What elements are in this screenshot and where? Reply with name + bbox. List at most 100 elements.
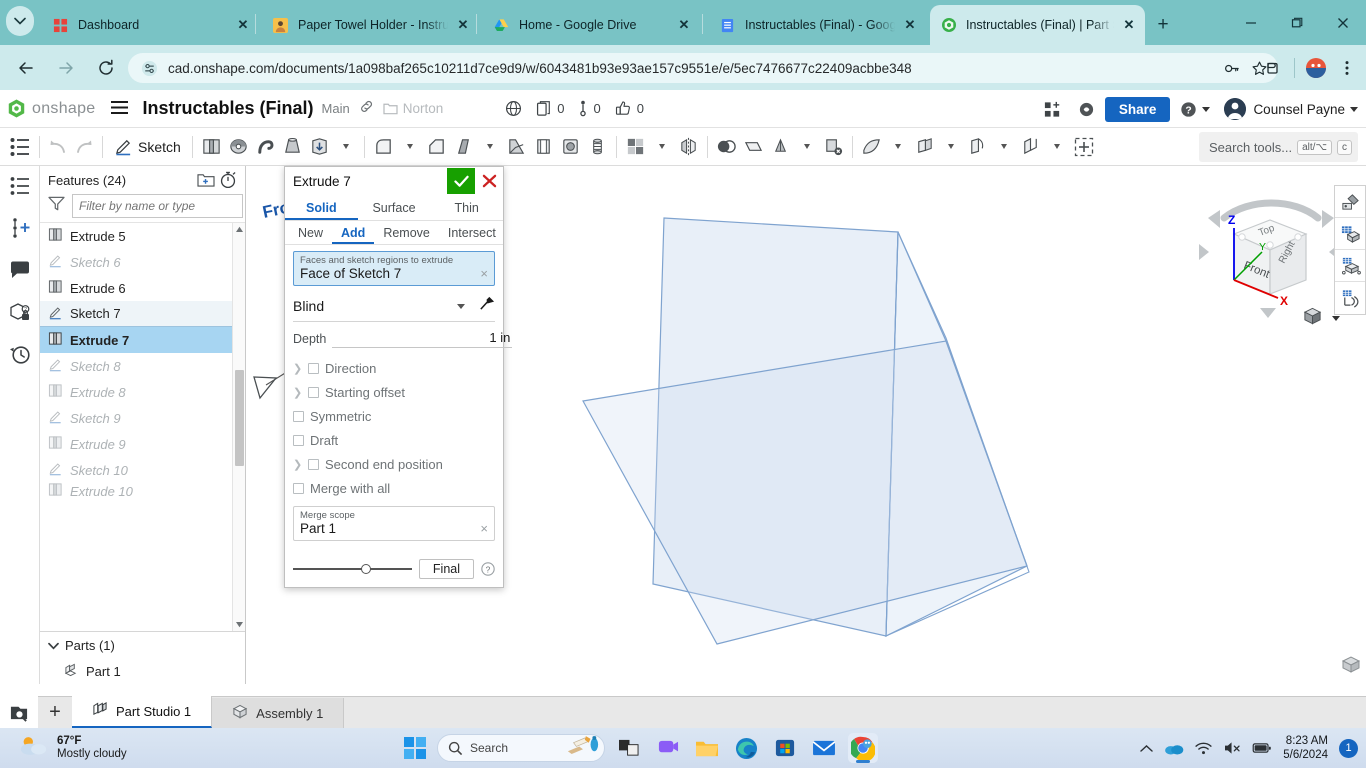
parts-properties-icon[interactable]: ?: [6, 298, 34, 326]
feature-item-extrude-8[interactable]: Extrude 8: [40, 379, 232, 405]
mirror-icon[interactable]: [675, 132, 702, 162]
element-search-icon[interactable]: [0, 696, 38, 728]
merge-scope-field[interactable]: Merge scope Part 1 ×: [293, 506, 495, 541]
task-view-icon[interactable]: [614, 733, 644, 763]
rollback-timer-icon[interactable]: [217, 169, 239, 191]
loft-icon[interactable]: [279, 132, 306, 162]
surface-tools-icon[interactable]: [858, 132, 885, 162]
browser-tab-1[interactable]: Paper Towel Holder - Instruc ✕: [262, 5, 505, 45]
insert-icon[interactable]: [1070, 132, 1098, 162]
sheet-metal-dropdown-caret[interactable]: [938, 132, 964, 162]
feature-list[interactable]: Extrude 5 Sketch 6 Extrude 6 Sketch 7 Ex…: [40, 222, 245, 631]
feature-list-scrollbar[interactable]: [232, 223, 245, 631]
tab-surface[interactable]: Surface: [358, 195, 431, 220]
browser-tab-4[interactable]: Instructables (Final) | Part Stu ✕: [930, 5, 1145, 45]
feature-item-sketch-7[interactable]: Sketch 7: [40, 301, 232, 327]
rollback-slider[interactable]: [293, 562, 412, 576]
window-close-button[interactable]: [1320, 0, 1366, 45]
file-explorer-icon[interactable]: [692, 733, 722, 763]
history-icon[interactable]: [6, 340, 34, 368]
tab-close-icon[interactable]: ✕: [1119, 15, 1139, 35]
new-tab-button[interactable]: +: [1150, 12, 1176, 38]
tab-close-icon[interactable]: ✕: [233, 15, 253, 35]
thicken-icon[interactable]: [306, 132, 333, 162]
fillet-icon[interactable]: [370, 132, 397, 162]
revolve-icon[interactable]: [225, 132, 252, 162]
chevron-right-icon[interactable]: ❯: [293, 458, 302, 471]
option-direction[interactable]: ❯ Direction: [293, 356, 495, 380]
rib-icon[interactable]: [503, 132, 530, 162]
tab-add[interactable]: Add: [332, 221, 374, 244]
doc-tab-assembly-1[interactable]: Assembly 1: [212, 698, 345, 728]
window-maximize-button[interactable]: [1274, 0, 1320, 45]
onshape-logo[interactable]: onshape: [6, 98, 96, 119]
dialog-cancel-button[interactable]: [475, 168, 503, 194]
branches-count[interactable]: 0: [572, 100, 606, 118]
option-symmetric[interactable]: Symmetric: [293, 404, 495, 428]
doc-tab-part-studio-1[interactable]: Part Studio 1: [72, 696, 213, 728]
feature-item-extrude-7[interactable]: Extrude 7: [40, 327, 232, 353]
option-draft[interactable]: Draft: [293, 428, 495, 452]
weather-widget[interactable]: 67°F Mostly cloudy: [18, 734, 127, 763]
measure-grid-icon[interactable]: [1335, 218, 1365, 250]
direction-checkbox[interactable]: [308, 362, 319, 374]
notification-badge[interactable]: 1: [1339, 738, 1358, 758]
profile-avatar-icon[interactable]: [1301, 53, 1331, 83]
clear-faces-icon[interactable]: ×: [476, 266, 488, 281]
sketch-button[interactable]: Sketch: [108, 137, 187, 156]
zoom-to-fit-icon[interactable]: [1340, 655, 1362, 680]
sheet-metal-icon[interactable]: [911, 132, 938, 162]
help-question-icon[interactable]: ?: [481, 562, 495, 576]
part-list-item[interactable]: Part 1: [40, 658, 245, 684]
hole-icon[interactable]: [557, 132, 584, 162]
curve-icon[interactable]: [964, 132, 991, 162]
edge-icon[interactable]: [731, 733, 761, 763]
fillet-dropdown-caret[interactable]: [397, 132, 423, 162]
shell-icon[interactable]: [530, 132, 557, 162]
feature-item-sketch-10[interactable]: Sketch 10: [40, 457, 232, 483]
teams-icon[interactable]: [653, 733, 683, 763]
feature-list-rail-icon[interactable]: [6, 172, 34, 200]
transform-icon[interactable]: [767, 132, 794, 162]
forward-button[interactable]: [50, 52, 82, 84]
tab-new[interactable]: New: [289, 221, 332, 244]
extrude-dropdown-caret[interactable]: [333, 132, 359, 162]
search-tools-input[interactable]: Search tools... alt/⌥ c: [1199, 132, 1358, 162]
feature-item-sketch-9[interactable]: Sketch 9: [40, 405, 232, 431]
pattern-dropdown-caret[interactable]: [649, 132, 675, 162]
feature-item-extrude-5[interactable]: Extrude 5: [40, 223, 232, 249]
reference-geometry-icon[interactable]: [1017, 132, 1044, 162]
feature-item-extrude-6[interactable]: Extrude 6: [40, 275, 232, 301]
undo-icon[interactable]: [45, 132, 71, 162]
depth-field[interactable]: Depth: [293, 329, 513, 348]
chrome-menu-icon[interactable]: [1332, 53, 1362, 83]
extrude-icon[interactable]: [198, 132, 225, 162]
scrollbar-thumb[interactable]: [235, 370, 244, 466]
browser-tab-0[interactable]: Dashboard ✕: [42, 5, 285, 45]
chrome-icon[interactable]: [848, 733, 878, 763]
reference-dropdown-caret[interactable]: [1044, 132, 1070, 162]
add-element-icon[interactable]: [1037, 100, 1068, 119]
feature-item-sketch-8[interactable]: Sketch 8: [40, 353, 232, 379]
versions-count[interactable]: 0: [530, 100, 570, 117]
draft-icon[interactable]: [450, 132, 477, 162]
dialog-confirm-button[interactable]: [447, 168, 475, 194]
tab-close-icon[interactable]: ✕: [900, 15, 920, 35]
browser-tab-2[interactable]: Home - Google Drive ✕: [483, 5, 708, 45]
taskbar-clock[interactable]: 8:23 AM 5/6/2024: [1283, 734, 1328, 763]
second-end-position-checkbox[interactable]: [308, 458, 319, 470]
help-menu-button[interactable]: ?: [1174, 101, 1216, 118]
curve-dropdown-caret[interactable]: [991, 132, 1017, 162]
address-bar[interactable]: cad.onshape.com/documents/1a098baf265c10…: [128, 53, 1278, 83]
feature-item-extrude-10[interactable]: Extrude 10: [40, 483, 232, 499]
display-state-icon[interactable]: [1335, 282, 1365, 314]
tab-remove[interactable]: Remove: [374, 221, 439, 244]
folder-breadcrumb[interactable]: Norton: [383, 101, 443, 116]
option-merge-with-all[interactable]: Merge with all: [293, 476, 495, 500]
chevron-right-icon[interactable]: ❯: [293, 362, 302, 375]
tab-search-button[interactable]: [6, 6, 34, 36]
site-settings-icon[interactable]: [138, 57, 160, 79]
feature-list-icon[interactable]: [6, 132, 34, 162]
draft-checkbox[interactable]: [293, 434, 304, 446]
learning-center-icon[interactable]: [1072, 101, 1101, 118]
